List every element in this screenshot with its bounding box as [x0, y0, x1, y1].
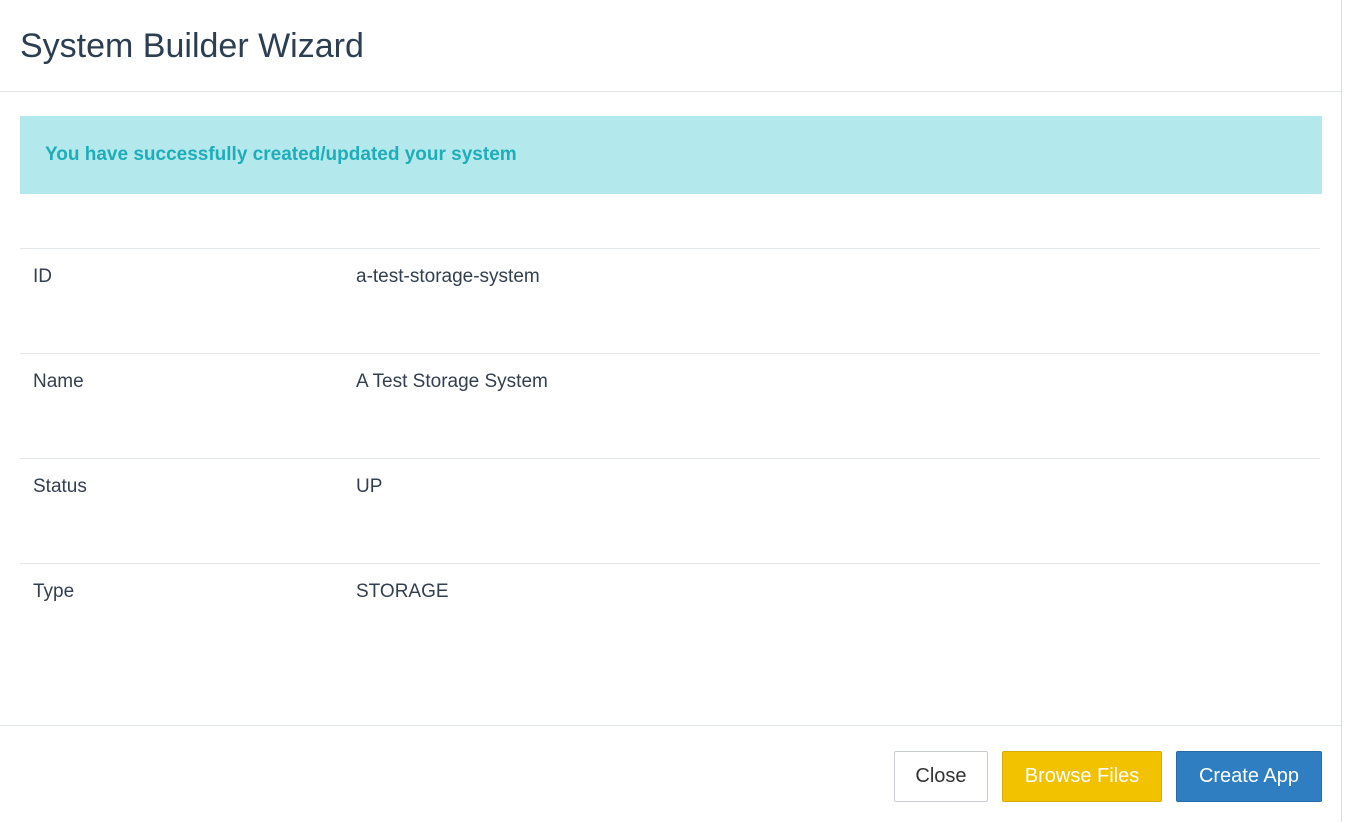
detail-label: Type	[33, 581, 75, 602]
system-builder-modal: System Builder Wizard You have successfu…	[0, 0, 1342, 822]
detail-row-status: Status UP	[20, 458, 1320, 563]
modal-header: System Builder Wizard	[0, 0, 1341, 92]
modal-footer: Close Browse Files Create App	[0, 725, 1341, 822]
detail-row-type: Type STORAGE	[20, 563, 1320, 668]
detail-value: STORAGE	[356, 581, 449, 602]
detail-row-id: ID a-test-storage-system	[20, 248, 1320, 353]
detail-value: A Test Storage System	[356, 371, 548, 392]
detail-label: ID	[33, 266, 52, 287]
success-alert: You have successfully created/updated yo…	[20, 116, 1322, 194]
create-app-button[interactable]: Create App	[1176, 751, 1322, 802]
browse-files-button[interactable]: Browse Files	[1002, 751, 1162, 802]
detail-row-name: Name A Test Storage System	[20, 353, 1320, 458]
close-button[interactable]: Close	[894, 751, 988, 802]
detail-label: Name	[33, 371, 84, 392]
modal-title: System Builder Wizard	[20, 27, 364, 65]
detail-value: a-test-storage-system	[356, 266, 540, 287]
detail-label: Status	[33, 476, 87, 497]
success-alert-message: You have successfully created/updated yo…	[45, 144, 517, 165]
system-details-table: ID a-test-storage-system Name A Test Sto…	[20, 248, 1320, 668]
detail-value: UP	[356, 476, 383, 497]
